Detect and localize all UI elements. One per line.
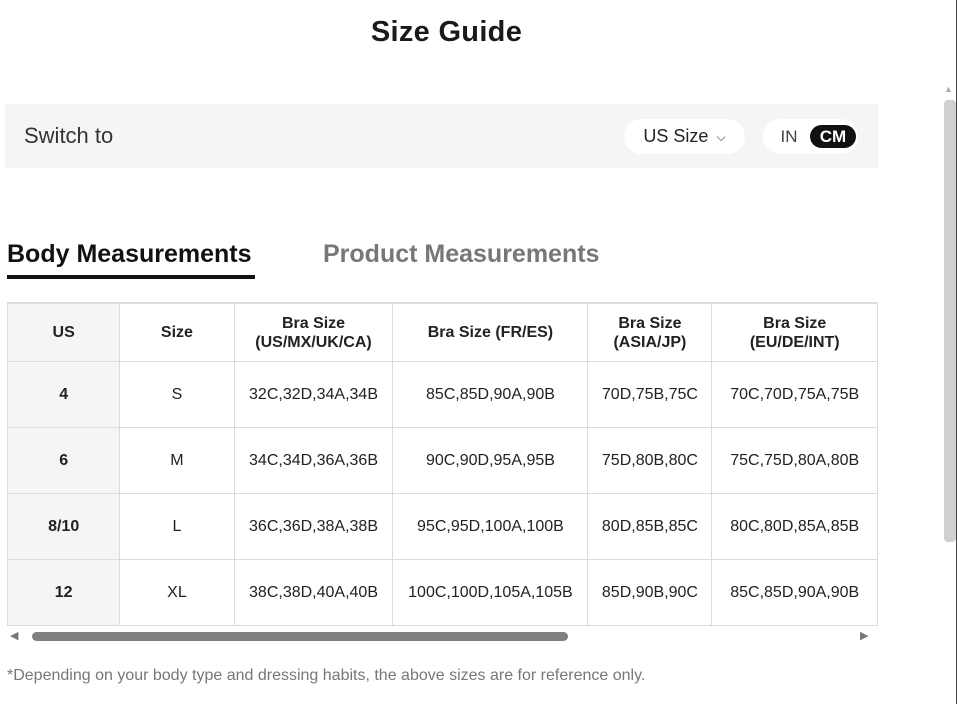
header-bra-fr-text: Bra Size (FR/ES) xyxy=(427,324,554,341)
table-row: 8/10 L 36C,36D,38A,38B 95C,95D,100A,100B… xyxy=(7,493,878,560)
header-bra-us-line2: (US/MX/UK/CA) xyxy=(255,333,372,351)
unit-toggle[interactable]: IN CM xyxy=(763,119,858,154)
size-table: US Size Bra Size (US/MX/UK/CA) Bra Size (… xyxy=(7,303,878,626)
cell-size: XL xyxy=(119,559,235,626)
header-us: US xyxy=(7,303,121,362)
cell-bra-fr: 85C,85D,90A,90B xyxy=(392,361,589,428)
cell-bra-fr: 100C,100D,105A,105B xyxy=(392,559,589,626)
cell-bra-us: 34C,34D,36A,36B xyxy=(233,427,394,494)
table-row: 6 M 34C,34D,36A,36B 90C,90D,95A,95B 75D,… xyxy=(7,427,878,494)
table-row: 12 XL 38C,38D,40A,40B 100C,100D,105A,105… xyxy=(7,559,878,626)
chevron-down-icon: ⌵ xyxy=(716,130,726,144)
cell-us: 8/10 xyxy=(7,493,121,560)
cell-size: L xyxy=(119,493,235,560)
header-bra-eu-line1: Bra Size xyxy=(763,314,827,332)
header-bra-fr: Bra Size (FR/ES) xyxy=(392,303,589,362)
header-us-text: US xyxy=(52,324,75,341)
header-bra-asia-line1: Bra Size xyxy=(618,314,682,332)
header-bra-asia: Bra Size (ASIA/JP) xyxy=(587,303,713,362)
header-bra-us-line1: Bra Size xyxy=(281,314,346,332)
cell-bra-eu: 85C,85D,90A,90B xyxy=(711,559,878,626)
cell-bra-asia: 70D,75B,75C xyxy=(587,361,713,428)
header-bra-eu-line2: (EU/DE/INT) xyxy=(749,333,840,351)
cell-bra-asia: 80D,85B,85C xyxy=(587,493,713,560)
header-bra-asia-line2: (ASIA/JP) xyxy=(613,333,687,351)
cell-bra-eu: 70C,70D,75A,75B xyxy=(711,361,878,428)
header-size: Size xyxy=(119,303,235,362)
cell-bra-fr: 90C,90D,95A,95B xyxy=(392,427,589,494)
unit-in-option[interactable]: IN xyxy=(773,125,805,148)
cell-size: S xyxy=(119,361,235,428)
active-tab-indicator xyxy=(7,275,255,279)
unit-cm-option[interactable]: CM xyxy=(810,125,856,148)
cell-size: M xyxy=(119,427,235,494)
header-bra-us: Bra Size (US/MX/UK/CA) xyxy=(233,303,394,362)
tab-product-measurements[interactable]: Product Measurements xyxy=(323,240,599,269)
tab-body-measurements[interactable]: Body Measurements xyxy=(7,240,252,269)
scrollbar-thumb[interactable] xyxy=(32,632,568,641)
table-header-row: US Size Bra Size (US/MX/UK/CA) Bra Size (… xyxy=(7,303,878,362)
triangle-up-icon[interactable]: ▲ xyxy=(944,84,953,94)
page-scrollbar-thumb[interactable] xyxy=(944,100,956,542)
cell-bra-asia: 85D,90B,90C xyxy=(587,559,713,626)
horizontal-scrollbar[interactable]: ◀ ▶ xyxy=(7,627,878,647)
triangle-right-icon[interactable]: ▶ xyxy=(860,629,868,642)
size-system-value: US Size xyxy=(643,126,709,146)
size-system-select[interactable]: US Size ⌵ xyxy=(624,119,745,154)
table-row: 4 S 32C,32D,34A,34B 85C,85D,90A,90B 70D,… xyxy=(7,361,878,428)
size-table-container[interactable]: US Size Bra Size (US/MX/UK/CA) Bra Size (… xyxy=(7,302,878,627)
cell-us: 4 xyxy=(7,361,121,428)
cell-bra-us: 38C,38D,40A,40B xyxy=(233,559,394,626)
cell-us: 12 xyxy=(7,559,121,626)
cell-bra-fr: 95C,95D,100A,100B xyxy=(392,493,589,560)
reference-note: *Depending on your body type and dressin… xyxy=(7,667,646,684)
page-title: Size Guide xyxy=(370,16,523,48)
cell-bra-eu: 75C,75D,80A,80B xyxy=(711,427,878,494)
cell-bra-us: 32C,32D,34A,34B xyxy=(233,361,394,428)
cell-bra-us: 36C,36D,38A,38B xyxy=(233,493,394,560)
cell-bra-asia: 75D,80B,80C xyxy=(587,427,713,494)
switch-bar: Switch to US Size ⌵ IN CM xyxy=(5,104,878,168)
header-bra-eu: Bra Size (EU/DE/INT) xyxy=(711,303,878,362)
cell-us: 6 xyxy=(7,427,121,494)
triangle-left-icon[interactable]: ◀ xyxy=(10,629,18,642)
cell-bra-eu: 80C,80D,85A,85B xyxy=(711,493,878,560)
header-size-text: Size xyxy=(160,324,193,341)
switch-label: Switch to xyxy=(24,123,114,148)
